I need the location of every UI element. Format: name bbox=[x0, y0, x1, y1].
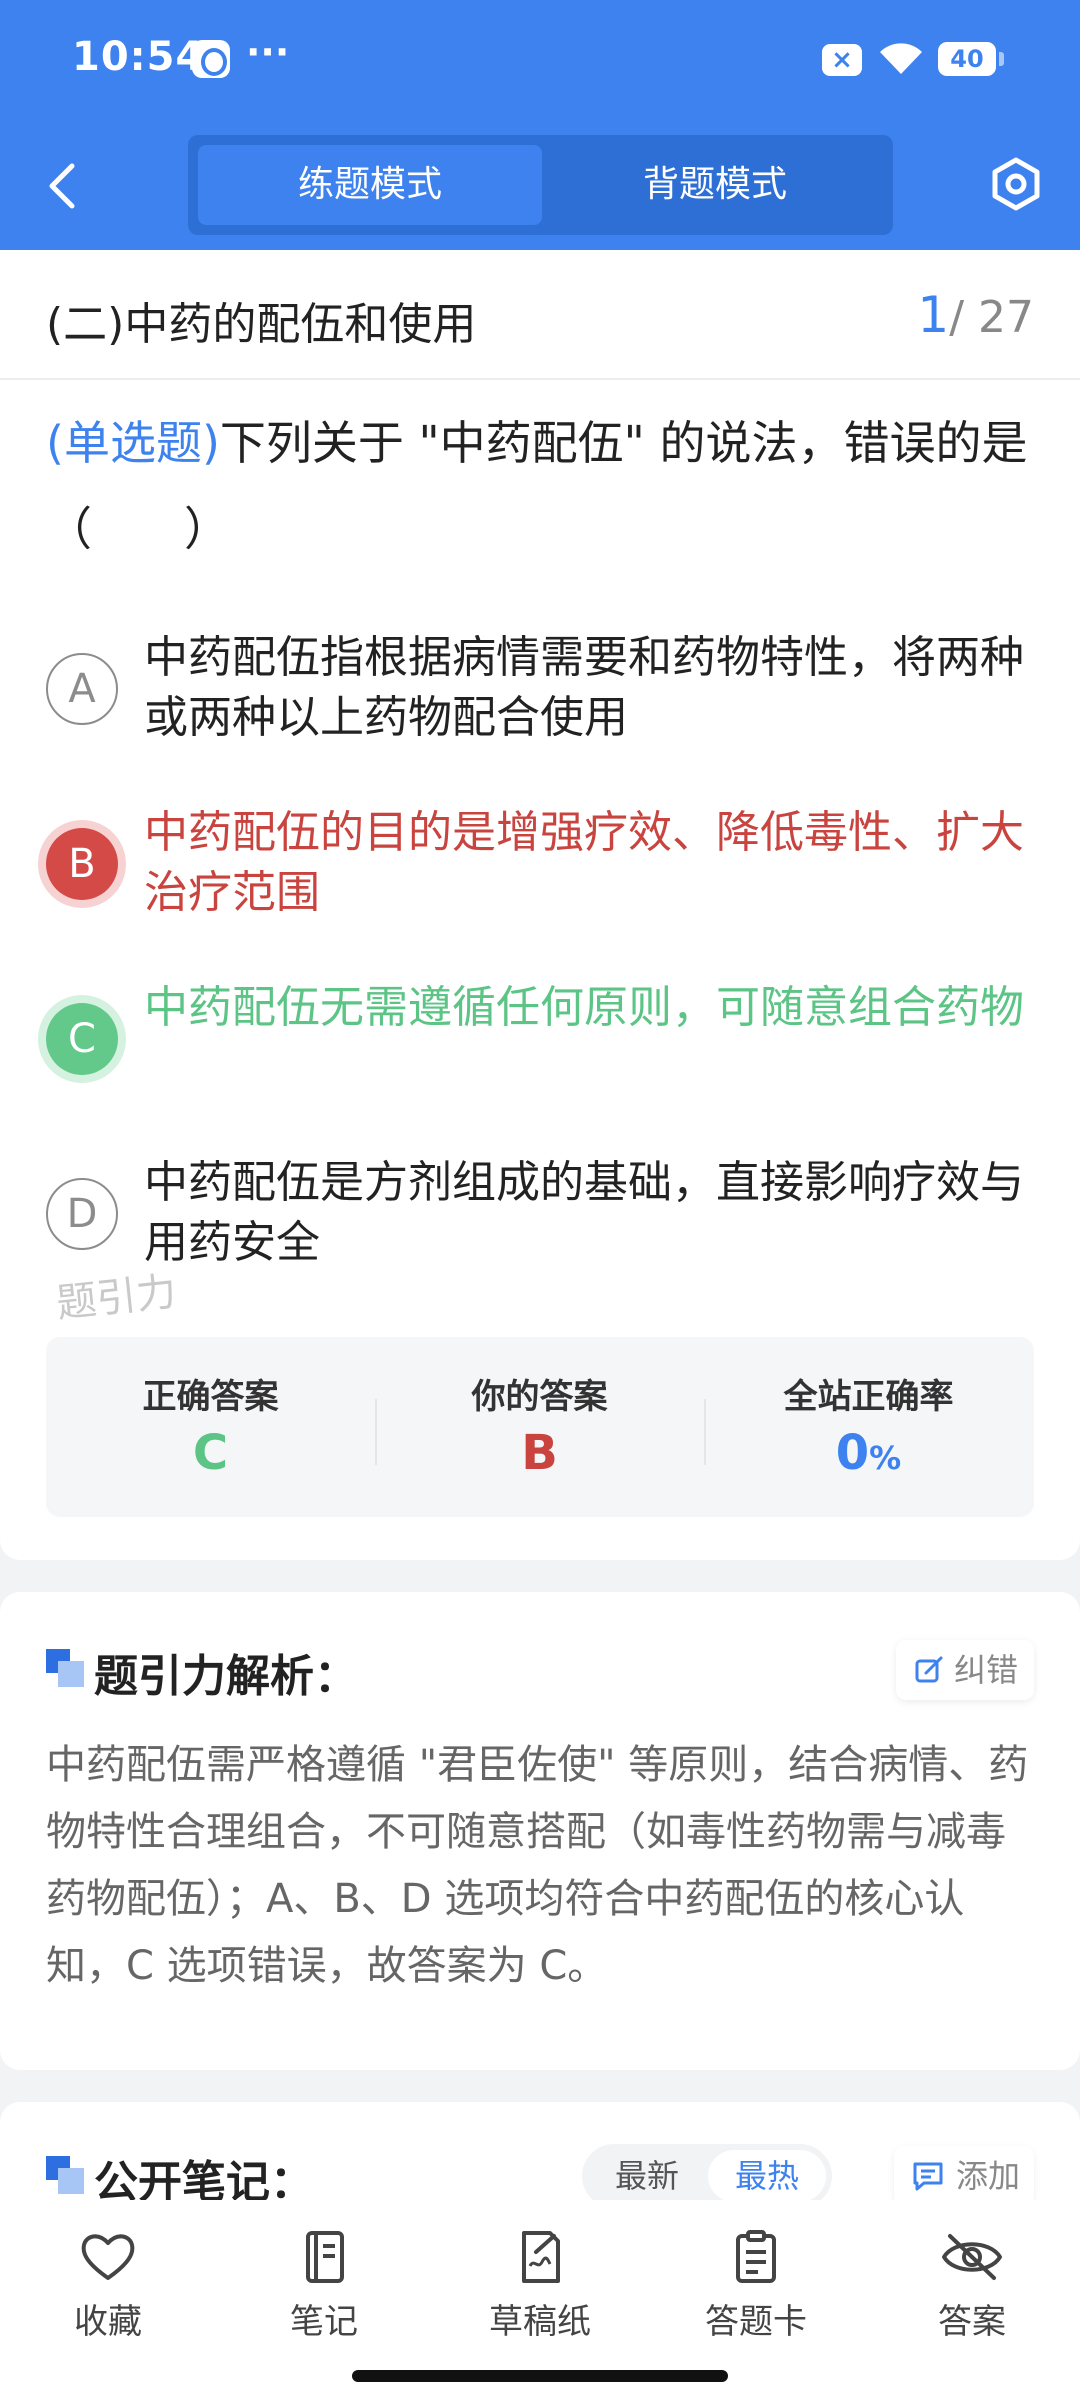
nav-label: 草稿纸 bbox=[489, 2302, 591, 2342]
question-progress[interactable]: 1/ 27 bbox=[917, 286, 1034, 344]
sim-off-icon: × bbox=[822, 44, 862, 76]
back-button[interactable] bbox=[38, 158, 88, 214]
answer-summary: 正确答案 C 你的答案 B 全站正确率 0% bbox=[46, 1337, 1034, 1517]
site-accuracy-number: 0 bbox=[835, 1425, 870, 1481]
header: 10:54 ··· × 40 练题模式 背题模式 bbox=[0, 0, 1080, 250]
option-letter: C bbox=[46, 1003, 118, 1075]
comment-icon bbox=[913, 2162, 943, 2191]
analysis-card: 题引力解析： 纠错 中药配伍需严格遵循 "君臣佐使" 等原则，结合病情、药物特性… bbox=[0, 1592, 1080, 2070]
chapter-title: (二)中药的配伍和使用 bbox=[46, 299, 477, 350]
sort-latest[interactable]: 最新 bbox=[588, 2150, 706, 2202]
app-notification-icon bbox=[192, 40, 230, 78]
status-time: 10:54 bbox=[72, 34, 205, 80]
tab-memorize-mode[interactable]: 背题模式 bbox=[543, 145, 887, 225]
analysis-text: 中药配伍需严格遵循 "君臣佐使" 等原则，结合病情、药物特性合理组合，不可随意搭… bbox=[46, 1742, 1029, 1989]
your-answer: 你的答案 B bbox=[375, 1337, 704, 1517]
option-letter: A bbox=[46, 653, 118, 725]
tab-practice-mode[interactable]: 练题模式 bbox=[198, 145, 542, 225]
option-text: 中药配伍的目的是增强疗效、降低毒性、扩大治疗范围 bbox=[144, 807, 1024, 918]
your-answer-value: B bbox=[521, 1425, 558, 1481]
watermark: 题引力 bbox=[54, 1268, 179, 1328]
add-note-button[interactable]: 添加 bbox=[894, 2146, 1034, 2206]
option-letter: B bbox=[46, 828, 118, 900]
nav-notes[interactable]: 笔记 bbox=[234, 2230, 414, 2360]
notebook-icon bbox=[306, 2231, 344, 2283]
eye-off-icon bbox=[942, 2234, 1002, 2280]
notes-sort-toggle: 最新 最热 bbox=[582, 2144, 832, 2208]
your-answer-label: 你的答案 bbox=[471, 1377, 608, 1417]
nav-favorite[interactable]: 收藏 bbox=[18, 2230, 198, 2360]
sort-hottest[interactable]: 最热 bbox=[708, 2150, 826, 2202]
site-accuracy-value: 0% bbox=[704, 1425, 1033, 1481]
progress-total: / 27 bbox=[949, 292, 1034, 343]
heart-icon bbox=[81, 2234, 135, 2280]
nav-scratchpad[interactable]: 草稿纸 bbox=[450, 2230, 630, 2360]
nav-answer[interactable]: 答案 bbox=[882, 2230, 1062, 2360]
option-a[interactable]: A 中药配伍指根据病情需要和药物特性，将两种或两种以上药物配合使用 bbox=[46, 628, 1036, 768]
more-notifications-icon: ··· bbox=[246, 30, 290, 74]
home-indicator[interactable] bbox=[352, 2370, 728, 2382]
question-card: (二)中药的配伍和使用 1/ 27 (单选题)下列关于 "中药配伍" 的说法，错… bbox=[0, 250, 1080, 1560]
nav-answer-sheet[interactable]: 答题卡 bbox=[666, 2230, 846, 2360]
clipboard-icon bbox=[736, 2230, 776, 2283]
option-letter: D bbox=[46, 1178, 118, 1250]
question-type: (单选题) bbox=[46, 416, 220, 470]
progress-current: 1 bbox=[917, 286, 950, 344]
nav-label: 收藏 bbox=[74, 2302, 142, 2342]
option-text: 中药配伍无需遵循任何原则，可随意组合药物 bbox=[144, 982, 1024, 1033]
draft-paper-icon bbox=[522, 2231, 560, 2283]
option-d[interactable]: D 中药配伍是方剂组成的基础，直接影响疗效与用药安全 bbox=[46, 1153, 1036, 1293]
report-error-button[interactable]: 纠错 bbox=[896, 1640, 1034, 1700]
chapter-bar: (二)中药的配伍和使用 1/ 27 bbox=[0, 250, 1080, 380]
status-bar: 10:54 ··· × 40 bbox=[0, 0, 1080, 120]
report-error-label: 纠错 bbox=[954, 1651, 1019, 1689]
option-c[interactable]: C 中药配伍无需遵循任何原则，可随意组合药物 bbox=[46, 978, 1036, 1118]
site-accuracy-unit: % bbox=[869, 1439, 902, 1477]
analysis-title: 题引力解析： bbox=[94, 1651, 358, 1702]
site-accuracy-label: 全站正确率 bbox=[783, 1377, 954, 1417]
mode-switch: 练题模式 背题模式 bbox=[188, 135, 893, 235]
question-stem: (单选题)下列关于 "中药配伍" 的说法，错误的是（ ） bbox=[46, 400, 1036, 572]
correct-answer: 正确答案 C bbox=[46, 1337, 375, 1517]
section-icon bbox=[46, 2156, 84, 2194]
option-text: 中药配伍是方剂组成的基础，直接影响疗效与用药安全 bbox=[144, 1157, 1024, 1268]
option-b[interactable]: B 中药配伍的目的是增强疗效、降低毒性、扩大治疗范围 bbox=[46, 803, 1036, 943]
nav-label: 答题卡 bbox=[705, 2302, 807, 2342]
nav-label: 笔记 bbox=[290, 2302, 358, 2342]
site-accuracy: 全站正确率 0% bbox=[704, 1337, 1033, 1517]
add-note-label: 添加 bbox=[956, 2157, 1021, 2195]
correct-answer-label: 正确答案 bbox=[142, 1377, 279, 1417]
option-text: 中药配伍指根据病情需要和药物特性，将两种或两种以上药物配合使用 bbox=[144, 632, 1024, 743]
wifi-icon bbox=[880, 43, 922, 74]
section-icon bbox=[46, 1649, 84, 1687]
edit-icon bbox=[915, 1656, 943, 1683]
correct-answer-value: C bbox=[192, 1425, 229, 1481]
battery-icon: 40 bbox=[938, 42, 1004, 76]
nav-label: 答案 bbox=[938, 2302, 1006, 2342]
settings-button[interactable] bbox=[988, 156, 1044, 212]
